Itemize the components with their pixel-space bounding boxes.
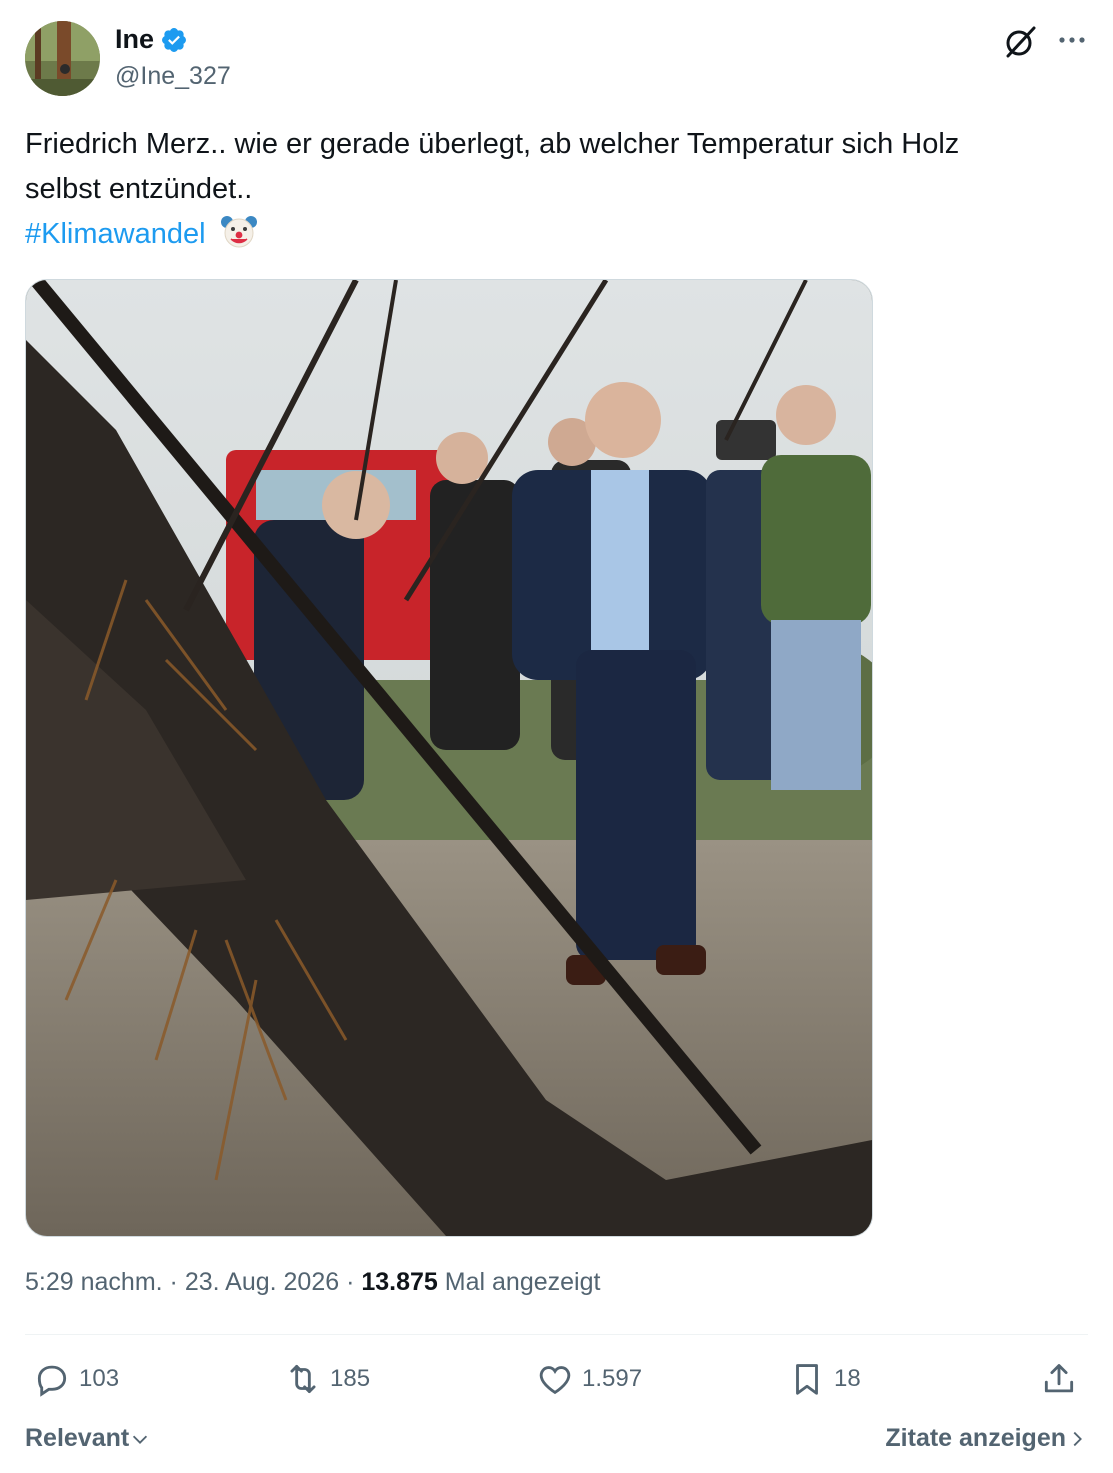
tweet-photo[interactable]: [25, 279, 873, 1237]
repost-count: 185: [330, 1365, 371, 1392]
meta-separator: ·: [169, 1268, 178, 1296]
tweet-time[interactable]: 5:29 nachm.: [25, 1268, 163, 1296]
divider: [25, 1334, 1088, 1335]
author-handle[interactable]: @Ine_327: [115, 62, 231, 91]
hashtag-link[interactable]: #Klimawandel: [25, 218, 206, 250]
tweet-meta: 5:29 nachm. · 23. Aug. 2026 · 13.875 Mal…: [25, 1268, 600, 1297]
bookmark-icon: [796, 1364, 818, 1395]
reply-count: 103: [79, 1365, 120, 1392]
more-icon[interactable]: [1057, 32, 1087, 48]
author-name-row[interactable]: Ine: [115, 24, 188, 55]
avatar[interactable]: [25, 21, 100, 96]
clown-face-icon: [220, 212, 258, 250]
like-icon: [539, 1366, 571, 1395]
grok-icon[interactable]: [1002, 24, 1038, 60]
reply-icon: [37, 1365, 67, 1397]
action-bar: 103 185 1.597 18: [0, 1360, 1113, 1404]
view-quotes-link[interactable]: Zitate anzeigen: [885, 1424, 1088, 1453]
tweet-hashtag-line: #Klimawandel: [25, 212, 1085, 257]
share-button[interactable]: [1040, 1360, 1086, 1398]
tweet-text: Friedrich Merz.. wie er gerade überlegt,…: [25, 122, 1085, 257]
reply-button[interactable]: 103: [33, 1360, 119, 1398]
meta-separator: ·: [346, 1268, 355, 1296]
views-count: 13.875: [361, 1268, 438, 1296]
sort-dropdown[interactable]: Relevant: [25, 1424, 151, 1453]
author-display-name[interactable]: Ine: [115, 24, 154, 55]
repost-icon: [290, 1364, 316, 1394]
bookmark-button[interactable]: 18: [788, 1360, 861, 1398]
chevron-down-icon: [133, 1435, 148, 1444]
share-icon: [1044, 1364, 1074, 1393]
sort-label: Relevant: [25, 1424, 130, 1452]
chevron-right-icon: [1073, 1431, 1082, 1446]
tweet-text-line: selbst entzündet..: [25, 173, 253, 205]
like-count: 1.597: [582, 1365, 643, 1392]
verified-badge-icon[interactable]: [160, 26, 188, 54]
tweet-date[interactable]: 23. Aug. 2026: [185, 1268, 339, 1296]
tweet-text-line: Friedrich Merz.. wie er gerade überlegt,…: [25, 128, 960, 160]
like-button[interactable]: 1.597: [536, 1360, 642, 1398]
tweet-footer: Relevant Zitate anzeigen: [25, 1424, 1088, 1460]
view-quotes-label: Zitate anzeigen: [885, 1424, 1066, 1452]
views-label: Mal angezeigt: [444, 1268, 601, 1296]
bookmark-count: 18: [834, 1365, 861, 1392]
repost-button[interactable]: 185: [284, 1360, 370, 1398]
